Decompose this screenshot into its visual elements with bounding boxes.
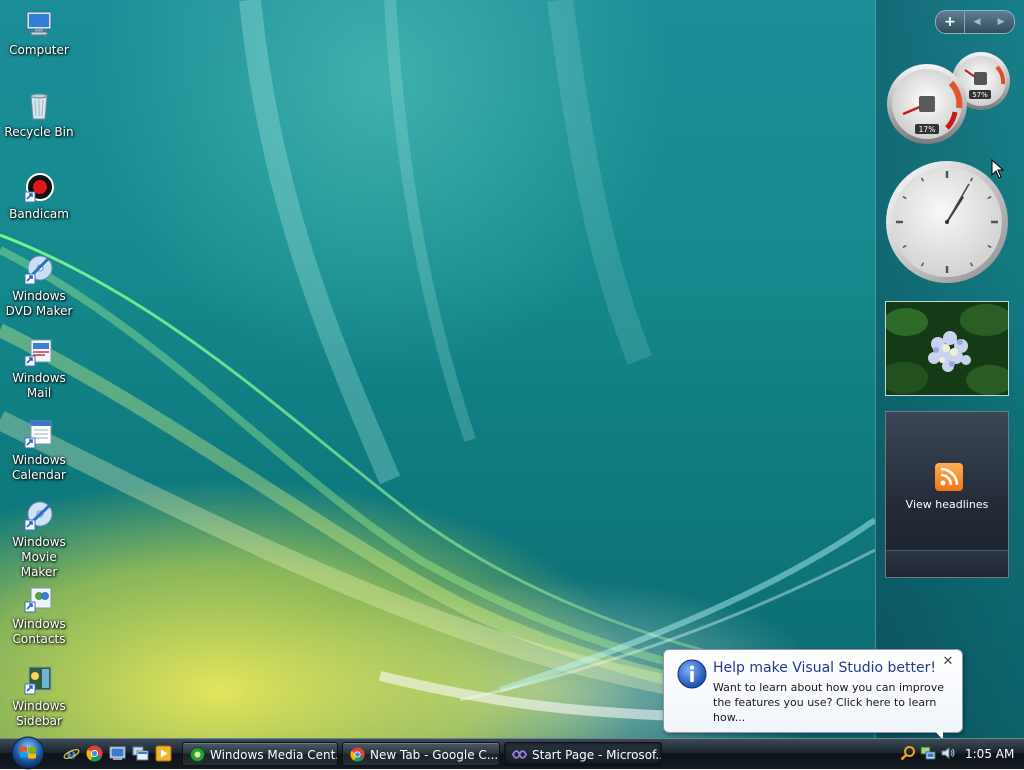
calendar-icon xyxy=(24,420,52,449)
memory-usage-percent: 57% xyxy=(972,91,988,99)
media-player-icon[interactable] xyxy=(155,745,172,762)
feed-gadget-footer xyxy=(886,550,1008,577)
cpu-usage-percent: 17% xyxy=(919,125,936,134)
switch-windows-icon[interactable] xyxy=(132,745,149,762)
notification-title: Help make Visual Studio better! xyxy=(713,660,937,676)
taskbar-button-label: Windows Media Cent... xyxy=(210,748,338,762)
chrome-icon[interactable] xyxy=(86,745,103,762)
notification-balloon[interactable]: Help make Visual Studio better! Want to … xyxy=(663,649,963,740)
sidebar-controls: + ◀ ▶ xyxy=(935,10,1015,34)
taskbar-button-label: New Tab - Google C... xyxy=(370,748,499,762)
rss-feed-icon xyxy=(935,463,963,491)
search-icon[interactable] xyxy=(900,745,916,761)
network-icon[interactable] xyxy=(920,745,936,761)
next-page-button[interactable]: ▶ xyxy=(989,11,1013,33)
previous-page-button[interactable]: ◀ xyxy=(965,11,989,33)
internet-explorer-icon[interactable]: e xyxy=(63,745,80,762)
quick-launch: e xyxy=(63,745,172,763)
desktop-icon-label: Computer xyxy=(9,43,69,57)
view-headlines-link[interactable]: View headlines xyxy=(886,498,1008,511)
taskbar-button-chrome[interactable]: New Tab - Google C... xyxy=(342,742,500,766)
add-gadget-button[interactable]: + xyxy=(936,11,965,33)
taskbar-button-visual-studio[interactable]: Start Page - Microsof... xyxy=(504,742,662,766)
desktop-icon-movie-maker[interactable]: Windows Movie Maker xyxy=(4,500,74,580)
desktop-icon-recycle-bin[interactable]: Recycle Bin xyxy=(4,90,74,140)
slideshow-gadget[interactable] xyxy=(885,301,1009,396)
taskbar-button-label: Start Page - Microsof... xyxy=(532,748,662,762)
desktop-icon-dvd-maker[interactable]: Windows DVD Maker xyxy=(4,254,74,319)
notification-body[interactable]: Want to learn about how you can improve … xyxy=(713,680,948,725)
visual-studio-icon xyxy=(512,750,527,759)
mouse-cursor-icon xyxy=(991,159,1005,179)
desktop-icon-label: Windows Contacts xyxy=(12,617,66,646)
desktop-icon-calendar[interactable]: Windows Calendar xyxy=(4,418,74,483)
desktop-icon-label: Windows Movie Maker xyxy=(12,535,66,579)
recycle-bin-icon xyxy=(30,93,48,120)
desktop[interactable]: Computer Recycle Bin Bandicam Windows DV… xyxy=(0,0,1024,738)
dvd-maker-icon xyxy=(24,255,53,285)
cpu-meter-gadget[interactable]: 57% 17% xyxy=(885,50,1011,146)
cpu-meter-dials: 57% 17% xyxy=(887,52,1010,144)
desktop-icon-bandicam[interactable]: Bandicam xyxy=(4,172,74,222)
feed-headlines-gadget[interactable]: View headlines xyxy=(885,411,1009,578)
volume-icon[interactable] xyxy=(940,745,956,761)
desktop-icon-label: Windows Calendar xyxy=(12,453,66,482)
close-button[interactable]: ✕ xyxy=(940,654,956,670)
desktop-icon-mail[interactable]: Windows Mail xyxy=(4,336,74,401)
svg-text:e: e xyxy=(67,745,77,762)
desktop-icon-contacts[interactable]: Windows Contacts xyxy=(4,582,74,647)
show-desktop-icon[interactable] xyxy=(109,745,126,762)
media-center-icon xyxy=(190,747,205,762)
wallpaper-swooshes xyxy=(0,0,875,730)
movie-maker-icon xyxy=(24,501,53,531)
desktop-icon-sidebar[interactable]: Windows Sidebar xyxy=(4,664,74,729)
taskbar: e Windows Media Cent... New Tab - Google… xyxy=(0,736,1024,770)
sidebar-icon xyxy=(24,666,52,695)
bandicam-icon xyxy=(24,173,54,203)
desktop-icon-label: Recycle Bin xyxy=(4,125,74,139)
slideshow-photo xyxy=(886,302,1008,395)
info-icon xyxy=(677,659,707,689)
contacts-icon xyxy=(24,587,52,613)
desktop-icon-label: Windows Mail xyxy=(12,371,66,400)
desktop-icon-label: Windows DVD Maker xyxy=(5,289,73,318)
desktop-icon-label: Bandicam xyxy=(9,207,69,221)
computer-icon xyxy=(26,11,52,36)
taskbar-button-media-center[interactable]: Windows Media Cent... xyxy=(182,742,338,766)
start-button[interactable] xyxy=(8,736,48,770)
notification-area: 1:05 AM xyxy=(898,744,1024,764)
desktop-icon-label: Windows Sidebar xyxy=(12,699,66,728)
taskbar-clock[interactable]: 1:05 AM xyxy=(965,744,1014,764)
mail-icon xyxy=(24,339,52,367)
chrome-icon xyxy=(350,747,365,762)
desktop-icon-computer[interactable]: Computer xyxy=(4,8,74,58)
